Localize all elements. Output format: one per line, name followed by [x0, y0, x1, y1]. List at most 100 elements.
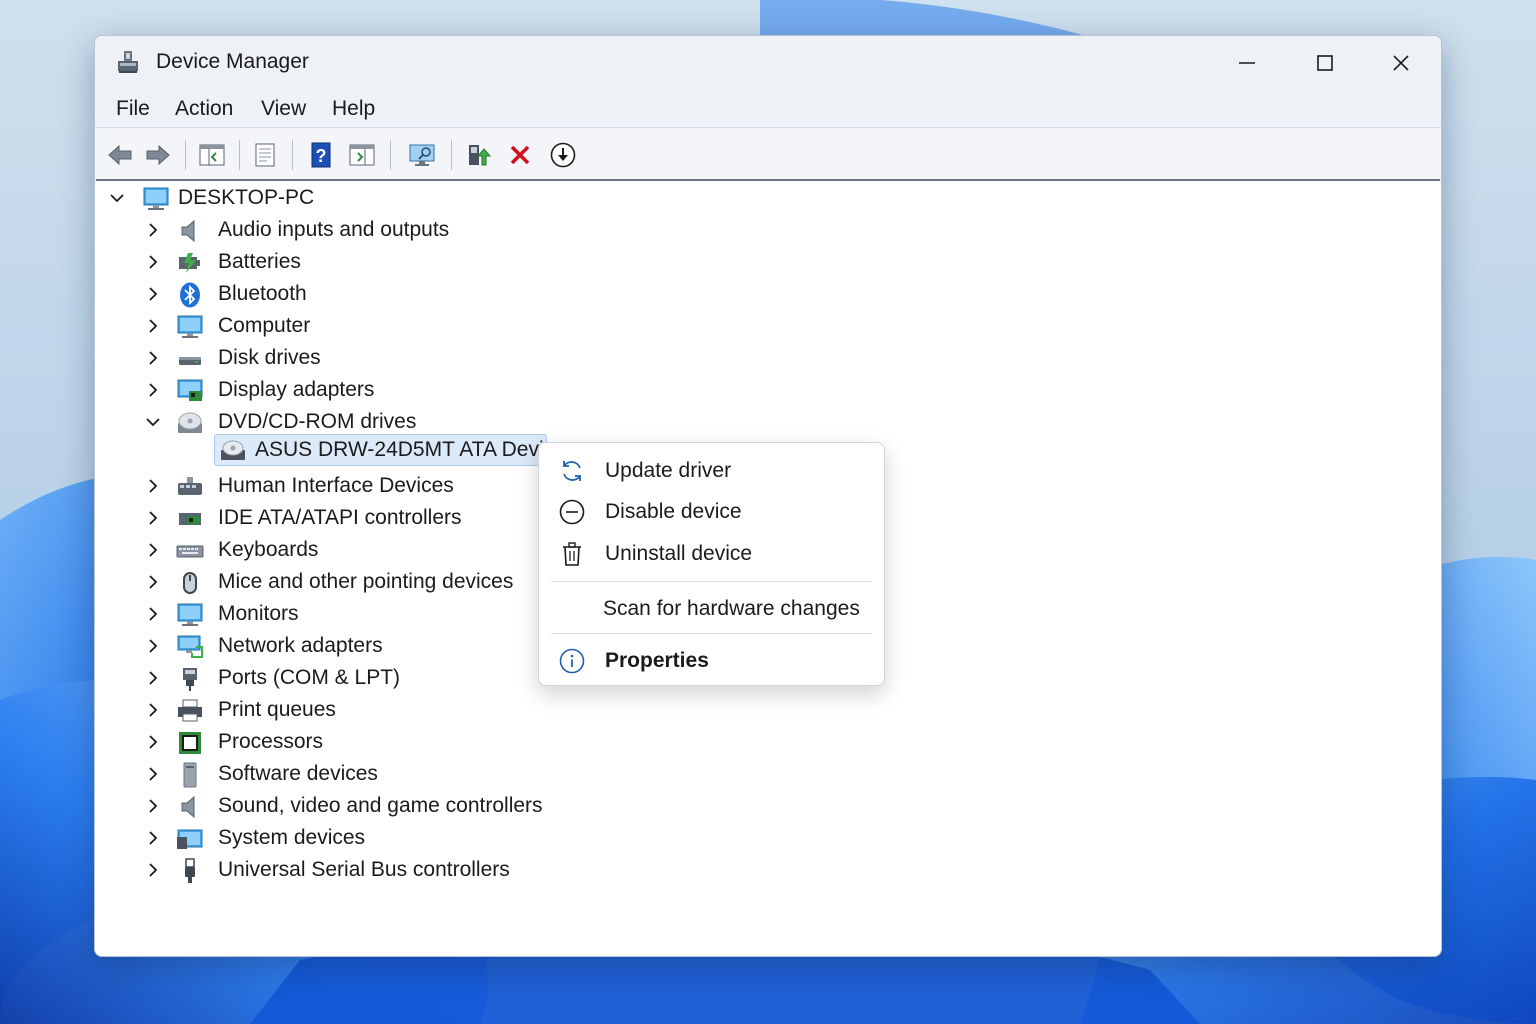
usb-icon [185, 858, 195, 883]
tree-category-audio[interactable]: Audio inputs and outputs [96, 215, 596, 245]
uninstall-device-menu-item[interactable]: Uninstall device [547, 534, 876, 574]
tree-category-disk-drives[interactable]: Disk drives [96, 343, 596, 373]
refresh-icon [563, 461, 581, 481]
tree-category-label: Print queues [218, 698, 336, 721]
tree-category-label: Display adapters [218, 378, 375, 401]
tree-category-label: Bluetooth [218, 282, 307, 305]
menu-action[interactable]: Action [169, 97, 239, 121]
menu-file[interactable]: File [110, 97, 156, 121]
properties-toolbar-button[interactable] [250, 140, 280, 170]
chevron-down-icon[interactable] [108, 189, 126, 207]
tree-category-bluetooth[interactable]: Bluetooth [96, 279, 596, 309]
chevron-right-icon[interactable] [144, 573, 162, 591]
disable-device-menu-item[interactable]: Disable device [547, 492, 876, 532]
tree-category-label: Universal Serial Bus controllers [218, 858, 510, 881]
menu-view[interactable]: View [255, 97, 312, 121]
tree-root[interactable]: DESKTOP-PC [96, 183, 496, 213]
chevron-right-icon[interactable] [144, 605, 162, 623]
scan-hardware-label: Scan for hardware changes [603, 597, 860, 620]
tree-category-hid[interactable]: Human Interface Devices [96, 471, 526, 501]
optical-drive-icon [178, 412, 202, 433]
tree-category-label: Software devices [218, 762, 378, 785]
device-manager-app-icon [118, 51, 138, 73]
tree-category-print-queues[interactable]: Print queues [96, 695, 526, 725]
chevron-right-icon[interactable] [144, 861, 162, 879]
forward-button[interactable] [143, 140, 173, 170]
tree-category-display-adapters[interactable]: Display adapters [96, 375, 596, 405]
tree-category-keyboards[interactable]: Keyboards [96, 535, 526, 565]
forward-arrow-icon [146, 144, 170, 166]
selected-device-row[interactable]: ASUS DRW-24D5MT ATA Device [214, 434, 566, 466]
tree-category-monitors[interactable]: Monitors [96, 599, 526, 629]
tree-category-ide[interactable]: IDE ATA/ATAPI controllers [96, 503, 526, 533]
optical-drive-icon [221, 440, 245, 460]
menu-help[interactable]: Help [326, 97, 381, 121]
minimize-button[interactable] [1211, 36, 1283, 90]
chevron-right-icon[interactable] [144, 477, 162, 495]
keyboard-icon [176, 545, 204, 558]
update-driver-toolbar-button[interactable] [464, 140, 494, 170]
help-toolbar-button[interactable]: ? [306, 140, 336, 170]
tree-category-network[interactable]: Network adapters [96, 631, 526, 661]
chevron-right-icon[interactable] [144, 669, 162, 687]
chevron-right-icon[interactable] [144, 541, 162, 559]
toolbar-separator [239, 140, 240, 170]
context-menu: Update driver Disable device Uninstall d… [538, 442, 885, 686]
tree-category-mice[interactable]: Mice and other pointing devices [96, 567, 526, 597]
chevron-right-icon[interactable] [144, 285, 162, 303]
mouse-icon [183, 572, 197, 594]
chevron-right-icon[interactable] [144, 253, 162, 271]
title-bar[interactable]: Device Manager [95, 36, 1441, 90]
tree-category-label: Keyboards [218, 538, 319, 561]
scan-hardware-button[interactable] [407, 140, 437, 170]
action-pane-icon [349, 144, 375, 166]
svg-text:?: ? [316, 146, 327, 166]
info-icon [559, 648, 585, 674]
chevron-right-icon[interactable] [144, 733, 162, 751]
tree-category-computer[interactable]: Computer [96, 311, 596, 341]
software-device-icon [183, 762, 197, 788]
tree-category-batteries[interactable]: Batteries [96, 247, 596, 277]
chevron-right-icon[interactable] [144, 349, 162, 367]
chevron-down-icon[interactable] [144, 413, 162, 431]
properties-menu-item[interactable]: Properties [547, 641, 876, 681]
system-device-icon [177, 829, 203, 849]
tree-category-label: Sound, video and game controllers [218, 794, 543, 817]
maximize-button[interactable] [1289, 36, 1361, 90]
properties-label: Properties [605, 649, 709, 672]
update-driver-menu-item[interactable]: Update driver [547, 451, 876, 491]
tree-category-sound-video[interactable]: Sound, video and game controllers [96, 791, 543, 821]
chevron-right-icon[interactable] [144, 317, 162, 335]
tree-category-processors[interactable]: Processors [96, 727, 526, 757]
menu-bar: File Action View Help [95, 90, 1441, 128]
show-hide-console-tree-icon [199, 144, 225, 166]
chevron-right-icon[interactable] [144, 765, 162, 783]
device-manager-window: Device Manager File Action View Help ? D… [94, 35, 1442, 957]
tree-category-usb[interactable]: Universal Serial Bus controllers [96, 855, 526, 885]
download-toolbar-button[interactable] [548, 140, 578, 170]
tree-category-software-devices[interactable]: Software devices [96, 759, 526, 789]
tree-category-label: Ports (COM & LPT) [218, 666, 401, 689]
scan-hardware-icon [409, 144, 435, 166]
tree-category-label: DVD/CD-ROM drives [218, 410, 417, 433]
scan-hardware-menu-item[interactable]: Scan for hardware changes [547, 589, 876, 629]
chevron-right-icon[interactable] [144, 221, 162, 239]
chevron-right-icon[interactable] [144, 381, 162, 399]
action-pane-button[interactable] [347, 140, 377, 170]
tree-category-dvd-cdrom[interactable]: DVD/CD-ROM drives [96, 407, 596, 437]
chevron-right-icon[interactable] [144, 797, 162, 815]
chevron-right-icon[interactable] [144, 509, 162, 527]
chevron-right-icon[interactable] [144, 637, 162, 655]
back-button[interactable] [105, 140, 135, 170]
tree-category-system-devices[interactable]: System devices [96, 823, 526, 853]
speaker-icon [181, 219, 195, 243]
chevron-right-icon[interactable] [144, 701, 162, 719]
tree-category-label: Human Interface Devices [218, 474, 454, 497]
hid-icon [178, 477, 202, 495]
uninstall-toolbar-button[interactable] [505, 140, 535, 170]
chevron-right-icon[interactable] [144, 829, 162, 847]
tree-category-label: Mice and other pointing devices [218, 570, 514, 593]
console-tree-button[interactable] [197, 140, 227, 170]
tree-category-ports[interactable]: Ports (COM & LPT) [96, 663, 526, 693]
close-button[interactable] [1365, 36, 1437, 90]
